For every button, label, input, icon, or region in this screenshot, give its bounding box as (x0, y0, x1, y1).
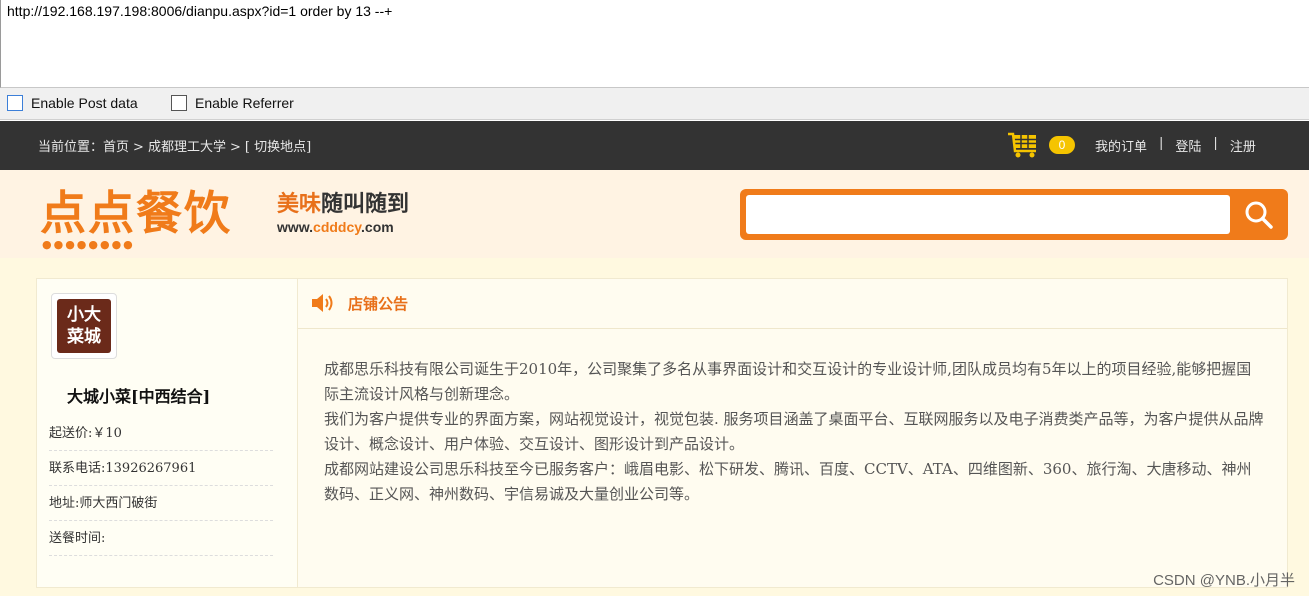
hackbar-options: Enable Post data Enable Referrer (0, 88, 1309, 120)
logo-dots: ●●●●●●●● (42, 238, 135, 251)
cart-count-badge: 0 (1049, 136, 1075, 154)
shop-logo-line-1: 小大 (67, 305, 101, 325)
switch-location-link[interactable]: [ 切换地点] (245, 140, 311, 155)
search-input[interactable] (746, 195, 1230, 234)
slogan-part-a: 美味 (277, 192, 322, 217)
domain-name: cdddcy (313, 219, 362, 235)
post-data-checkbox[interactable] (7, 95, 23, 111)
post-data-label: Enable Post data (31, 95, 138, 111)
shop-delivery-time: 送餐时间: (49, 522, 273, 556)
user-links: 我的订单 | 登陆 | 注册 (1095, 136, 1256, 155)
search-box (740, 189, 1288, 240)
enable-referrer-option[interactable]: Enable Referrer (171, 95, 294, 111)
url-text[interactable]: http://192.168.197.198:8006/dianpu.aspx?… (7, 3, 392, 19)
notice-header: 店铺公告 (298, 279, 1287, 329)
divider: | (1213, 136, 1218, 151)
top-nav-bar: 当前位置：首页 > 成都理工大学 >[ 切换地点] 0 我的订单 | 登陆 | 注册 (0, 121, 1309, 170)
site-header: 点点餐饮 ●●●●●●●● 美味随叫随到 www.cdddcy.com (0, 170, 1309, 258)
watermark: CSDN @YNB.小月半 (1153, 572, 1295, 589)
logo-text: 点点餐饮 (40, 186, 232, 240)
slogan-part-b: 随叫随到 (321, 192, 410, 217)
referrer-checkbox[interactable] (171, 95, 187, 111)
shop-logo-image: 小大 菜城 (57, 299, 111, 353)
register-link[interactable]: 注册 (1230, 136, 1256, 155)
my-orders-link[interactable]: 我的订单 (1095, 136, 1147, 155)
slogan-text: 美味随叫随到 (277, 192, 409, 218)
search-icon (1245, 201, 1273, 229)
enable-post-data-option[interactable]: Enable Post data (7, 95, 138, 111)
divider: | (1159, 136, 1164, 151)
login-link[interactable]: 登陆 (1175, 136, 1201, 155)
shop-logo: 小大 菜城 (51, 293, 117, 359)
referrer-label: Enable Referrer (195, 95, 294, 111)
breadcrumb-label: 当前位置： (38, 140, 104, 155)
breadcrumb-school[interactable]: 成都理工大学 (148, 140, 226, 155)
breadcrumb: 当前位置：首页 > 成都理工大学 >[ 切换地点] (38, 136, 315, 155)
shop-info-panel: 小大 菜城 大城小菜[中西结合] 起送价:￥10 联系电话:1392626796… (36, 278, 298, 588)
url-textarea[interactable]: http://192.168.197.198:8006/dianpu.aspx?… (0, 0, 1309, 88)
cart[interactable]: 0 (1007, 132, 1075, 158)
search-button[interactable] (1230, 189, 1288, 240)
shop-min-price: 起送价:￥10 (49, 417, 273, 451)
notice-paragraph: 成都思乐科技有限公司诞生于2010年，公司聚集了多名从事界面设计和交互设计的专业… (324, 360, 1252, 403)
domain-prefix: www. (277, 219, 314, 235)
notice-title: 店铺公告 (348, 295, 409, 313)
shopping-cart-icon[interactable] (1007, 132, 1039, 158)
shop-address: 地址:师大西门破街 (49, 487, 273, 521)
breadcrumb-separator: > (229, 140, 241, 155)
breadcrumb-home-link[interactable]: 首页 (103, 140, 129, 155)
slogan: 美味随叫随到 www.cdddcy.com (277, 192, 409, 236)
shop-phone: 联系电话:13926267961 (49, 452, 273, 486)
shop-name: 大城小菜[中西结合] (67, 387, 211, 406)
notice-body: 成都思乐科技有限公司诞生于2010年，公司聚集了多名从事界面设计和交互设计的专业… (324, 357, 1264, 507)
site-domain: www.cdddcy.com (277, 218, 409, 236)
notice-panel: 店铺公告 成都思乐科技有限公司诞生于2010年，公司聚集了多名从事界面设计和交互… (298, 278, 1288, 588)
domain-suffix: .com (361, 219, 394, 235)
site-logo[interactable]: 点点餐饮 ●●●●●●●● (40, 186, 232, 251)
notice-paragraph: 成都网站建设公司思乐科技至今已服务客户：峨眉电影、松下研发、腾讯、百度、CCTV… (324, 460, 1252, 503)
breadcrumb-separator: > (133, 140, 144, 155)
notice-paragraph: 我们为客户提供专业的界面方案，网站视觉设计，视觉包装. 服务项目涵盖了桌面平台、… (324, 410, 1264, 453)
shop-logo-line-2: 菜城 (67, 327, 101, 347)
speaker-icon (312, 294, 333, 312)
